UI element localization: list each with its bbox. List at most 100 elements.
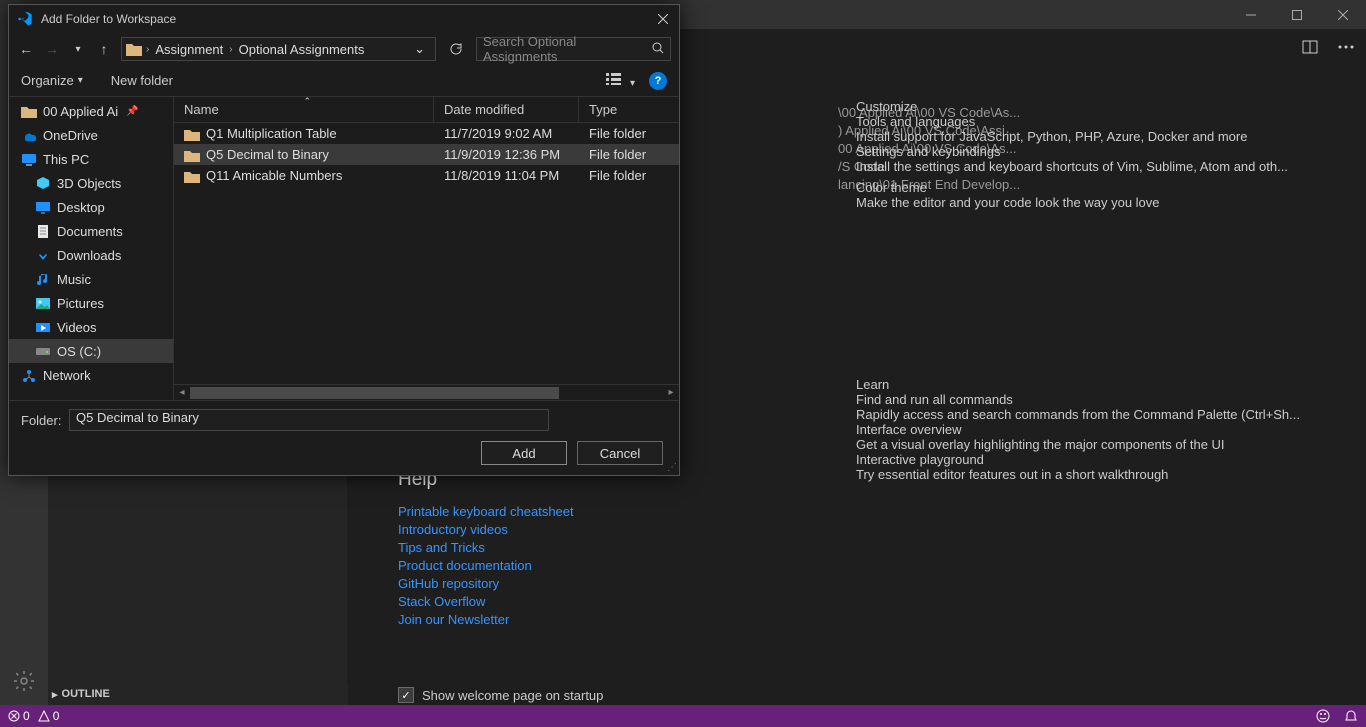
maximize-button[interactable] [1274,0,1320,29]
scroll-right-icon[interactable]: ▸ [663,387,679,398]
folder-icon [184,148,200,162]
card-title: Color theme [856,180,1316,195]
search-box[interactable]: Search Optional Assignments [476,37,671,61]
address-bar[interactable]: › Assignment › Optional Assignments ⌄ [121,37,436,61]
help-link[interactable]: GitHub repository [398,575,858,593]
file-list: Name⌃ Date modified Type Q1 Multiplicati… [174,97,679,400]
customize-section: Customize Tools and languages Install su… [856,99,1316,216]
tree-item-documents[interactable]: Documents [9,219,173,243]
split-editor-icon[interactable] [1298,35,1322,59]
customize-title: Customize [856,99,1316,114]
notifications-icon[interactable] [1344,709,1358,723]
card-color-theme[interactable]: Color theme Make the editor and your cod… [856,174,1316,216]
scroll-track[interactable] [190,387,663,399]
column-date[interactable]: Date modified [434,97,579,122]
help-icon[interactable]: ? [649,72,667,90]
chevron-right-icon: › [146,44,149,55]
tree-item-label: Pictures [57,296,104,311]
status-errors[interactable]: 0 [8,709,30,723]
help-link[interactable]: Introductory videos [398,521,858,539]
tree-item-this-pc[interactable]: This PC [9,147,173,171]
column-name[interactable]: Name⌃ [174,97,434,122]
minimize-button[interactable] [1228,0,1274,29]
card-find-run-commands[interactable]: Find and run all commands Rapidly access… [856,392,1316,422]
settings-gear-icon[interactable] [0,657,48,705]
folder-input[interactable]: Q5 Decimal to Binary [69,409,549,431]
card-body: Try essential editor features out in a s… [856,467,1316,482]
breadcrumb[interactable]: Optional Assignments [237,42,367,57]
editor-actions [1298,29,1366,64]
path-dropdown-icon[interactable]: ⌄ [408,41,431,57]
horizontal-scrollbar[interactable]: ◂ ▸ [174,384,679,400]
card-settings-keybindings[interactable]: Settings and keybindings Install the set… [856,144,1316,174]
outline-section-header[interactable]: ▸ OUTLINE [48,683,348,705]
tree-item-label: This PC [43,152,89,167]
downloads-icon [35,247,51,263]
close-button[interactable] [1320,0,1366,29]
up-arrow-icon[interactable]: ↑ [95,41,113,57]
card-title: Interface overview [856,422,1316,437]
tree-item-network[interactable]: Network [9,363,173,387]
scroll-thumb[interactable] [190,387,559,399]
tree-item-label: Network [43,368,91,383]
tree-item-music[interactable]: Music [9,267,173,291]
help-link[interactable]: Product documentation [398,557,858,575]
refresh-icon[interactable] [444,37,468,61]
more-actions-icon[interactable] [1334,35,1358,59]
cancel-button[interactable]: Cancel [577,441,663,465]
tree-item-pictures[interactable]: Pictures [9,291,173,315]
file-name: Q11 Amicable Numbers [206,168,342,183]
resize-grip-icon[interactable]: ⋰ [667,462,677,473]
file-rows: Q1 Multiplication Table11/7/2019 9:02 AM… [174,123,679,384]
search-placeholder: Search Optional Assignments [483,34,652,64]
back-arrow-icon[interactable]: ← [17,41,35,57]
vscode-logo-icon [17,11,33,27]
tree-item-desktop[interactable]: Desktop [9,195,173,219]
file-date: 11/7/2019 9:02 AM [434,126,579,141]
folder-icon [126,41,142,57]
help-link[interactable]: Tips and Tricks [398,539,858,557]
tree-item-videos[interactable]: Videos [9,315,173,339]
new-folder-button[interactable]: New folder [111,73,173,88]
tree-item-downloads[interactable]: Downloads [9,243,173,267]
folder-label: Folder: [21,413,61,428]
card-body: Install support for JavaScript, Python, … [856,129,1316,144]
tree-item-3d-objects[interactable]: 3D Objects [9,171,173,195]
organize-button[interactable]: Organize▾ [21,73,83,88]
startup-label: Show welcome page on startup [422,688,603,703]
card-interactive-playground[interactable]: Interactive playground Try essential edi… [856,452,1316,482]
dialog-close-button[interactable] [655,11,671,27]
checkbox-checked-icon[interactable]: ✓ [398,687,414,703]
outline-label: OUTLINE [62,688,110,700]
help-link[interactable]: Stack Overflow [398,593,858,611]
card-tools-languages[interactable]: Tools and languages Install support for … [856,114,1316,144]
show-welcome-startup[interactable]: ✓ Show welcome page on startup [398,687,858,703]
help-link[interactable]: Join our Newsletter [398,611,858,629]
recent-dropdown-icon[interactable]: ▾ [69,44,87,55]
breadcrumb[interactable]: Assignment [153,42,225,57]
add-button[interactable]: Add [481,441,567,465]
tree-item-onedrive[interactable]: OneDrive [9,123,173,147]
column-type[interactable]: Type [579,97,679,122]
file-row[interactable]: Q1 Multiplication Table11/7/2019 9:02 AM… [174,123,679,144]
music-icon [35,271,51,287]
file-date: 11/8/2019 11:04 PM [434,168,579,183]
file-row[interactable]: Q5 Decimal to Binary11/9/2019 12:36 PMFi… [174,144,679,165]
tree-item-os-c-[interactable]: OS (C:) [9,339,173,363]
card-title: Find and run all commands [856,392,1316,407]
add-folder-dialog: Add Folder to Workspace ← → ▾ ↑ › Assign… [8,4,680,476]
tree-item-label: Desktop [57,200,105,215]
file-row[interactable]: Q11 Amicable Numbers11/8/2019 11:04 PMFi… [174,165,679,186]
folder-icon [21,103,37,119]
view-options-icon[interactable]: ▾ [606,72,635,89]
scroll-left-icon[interactable]: ◂ [174,387,190,398]
forward-arrow-icon[interactable]: → [43,41,61,57]
window-controls [1228,0,1366,29]
feedback-icon[interactable] [1316,709,1330,723]
card-body: Rapidly access and search commands from … [856,407,1316,422]
help-link[interactable]: Printable keyboard cheatsheet [398,503,858,521]
card-interface-overview[interactable]: Interface overview Get a visual overlay … [856,422,1316,452]
tree-item-00-applied-ai[interactable]: 00 Applied Ai📌 [9,99,173,123]
network-icon [21,367,37,383]
status-warnings[interactable]: 0 [38,709,60,723]
